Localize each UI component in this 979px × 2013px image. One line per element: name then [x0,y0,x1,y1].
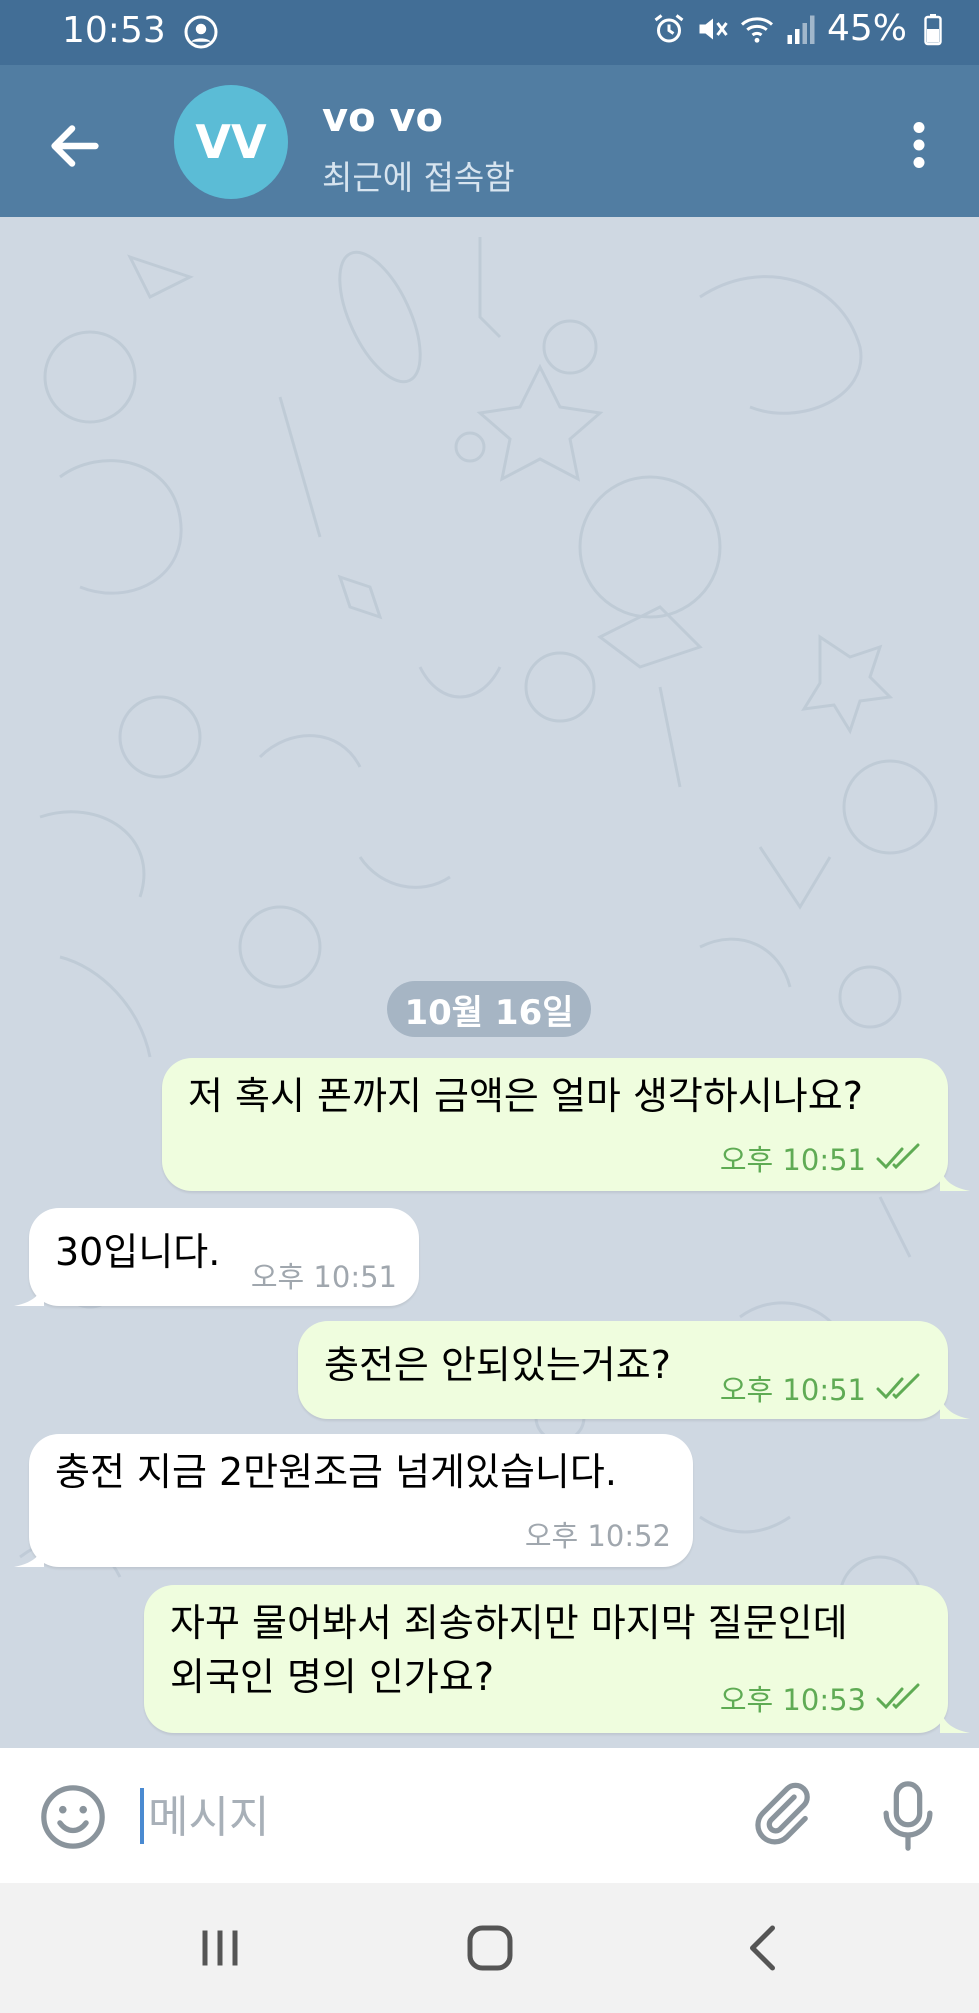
bubble-tail [14,1276,44,1306]
emoji-icon[interactable] [38,1782,108,1852]
battery-percentage: 45% [826,8,907,49]
nav-home-icon[interactable] [460,1918,520,1978]
chat-title[interactable]: vo vo [322,95,443,141]
message-meta: 오후 10:52 [525,1513,671,1555]
more-vert-icon[interactable] [889,110,949,180]
bubble-tail [940,1389,970,1419]
back-arrow-icon[interactable] [40,111,110,181]
message-time: 오후 10:53 [719,1683,866,1717]
message-bubble-incoming[interactable]: 30입니다. 오후 10:51 [29,1208,419,1306]
mic-icon[interactable] [873,1778,943,1854]
message-input[interactable] [146,1778,710,1856]
battery-icon [924,13,942,45]
alarm-icon [654,13,684,42]
wifi-icon [740,16,773,43]
attach-icon[interactable] [746,1778,816,1848]
system-navigation-bar [0,1883,979,2013]
avatar[interactable]: VV [174,85,288,199]
message-time: 오후 10:51 [250,1260,397,1294]
message-bubble-outgoing[interactable]: 저 혹시 폰까지 금액은 얼마 생각하시나요? 오후 10:51 [162,1058,948,1191]
mute-icon [699,18,728,39]
message-time: 오후 10:52 [524,1519,671,1553]
message-meta: 오후 10:51 [720,1367,926,1409]
message-text: 저 혹시 폰까지 금액은 얼마 생각하시나요? [188,1074,863,1118]
message-text: 충전 지금 2만원조금 넘게있습니다. [55,1450,617,1494]
message-text-line: 자꾸 물어봐서 죄송하지만 마지막 질문인데 [170,1601,848,1645]
status-time: 10:53 [62,10,166,51]
message-bubble-outgoing[interactable]: 자꾸 물어봐서 죄송하지만 마지막 질문인데 외국인 명의 인가요? 오후 10… [144,1585,948,1733]
text-cursor [140,1788,144,1844]
chat-messages-area[interactable]: 10월 16일 저 혹시 폰까지 금액은 얼마 생각하시나요? 오후 10:51… [0,217,979,1748]
signal-icon [787,15,815,44]
nav-recents-icon[interactable] [190,1918,250,1978]
chat-header: VV vo vo 최근에 접속함 [0,65,979,217]
nav-back-icon[interactable] [735,1918,795,1978]
message-bubble-outgoing[interactable]: 충전은 안되있는거죠? 오후 10:51 [298,1321,948,1419]
bubble-tail [940,1161,970,1191]
chat-last-seen: 최근에 접속함 [322,158,515,197]
message-meta: 오후 10:51 [251,1254,397,1296]
message-text-line: 외국인 명의 인가요? [170,1655,495,1699]
account-icon [184,15,218,49]
message-composer [0,1748,979,1883]
message-meta: 오후 10:51 [720,1137,926,1179]
date-separator: 10월 16일 [387,981,591,1037]
message-meta: 오후 10:53 [720,1677,926,1719]
message-bubble-incoming[interactable]: 충전 지금 2만원조금 넘게있습니다. 오후 10:52 [29,1434,693,1567]
message-text: 충전은 안되있는거죠? [324,1343,671,1387]
bubble-tail [14,1537,44,1567]
double-check-icon [876,1683,920,1710]
bubble-tail [940,1703,970,1733]
double-check-icon [876,1373,920,1400]
status-bar: 10:53 45% [0,0,979,65]
message-time: 오후 10:51 [719,1143,866,1177]
double-check-icon [876,1143,920,1170]
message-text: 30입니다. [55,1230,221,1274]
message-time: 오후 10:51 [719,1373,866,1407]
